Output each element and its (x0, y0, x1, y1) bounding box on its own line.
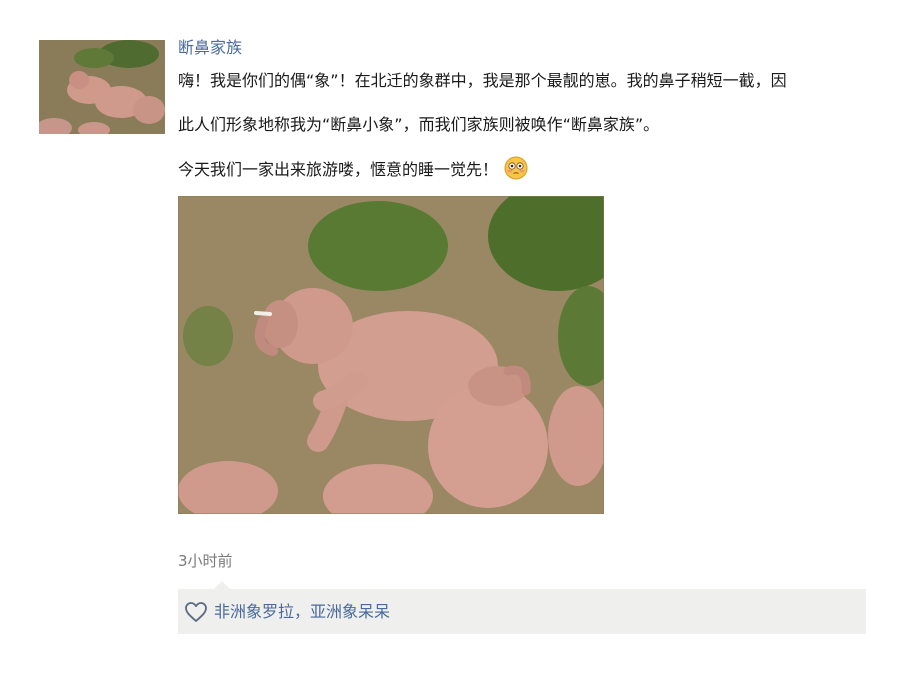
post-text-line-3: 今天我们一家出来旅游喽，惬意的睡一觉先！ (178, 156, 528, 181)
likes-bar: 非洲象罗拉，亚洲象呆呆 (178, 581, 866, 634)
avatar-image (39, 40, 165, 134)
heart-icon (185, 601, 207, 622)
post-text-line-1: 嗨！我是你们的偶“象”！在北迁的象群中，我是那个最靓的崽。我的鼻子稍短一截，因 (178, 71, 787, 90)
post-text-line-3-text: 今天我们一家出来旅游喽，惬意的睡一觉先！ (178, 160, 499, 179)
likes-names[interactable]: 非洲象罗拉，亚洲象呆呆 (214, 601, 390, 623)
post-photo[interactable] (178, 196, 604, 514)
moment-post: 断鼻家族 嗨！我是你们的偶“象”！在北迁的象群中，我是那个最靓的崽。我的鼻子稍短… (178, 36, 868, 634)
elephant-photo (178, 196, 604, 514)
avatar[interactable] (39, 40, 165, 134)
author-name[interactable]: 断鼻家族 (178, 36, 868, 60)
post-time: 3小时前 (178, 552, 233, 570)
flushed-face-icon (504, 156, 528, 180)
post-text-line-2: 此人们形象地称我为“断鼻小象”，而我们家族则被唤作“断鼻家族”。 (178, 115, 660, 134)
